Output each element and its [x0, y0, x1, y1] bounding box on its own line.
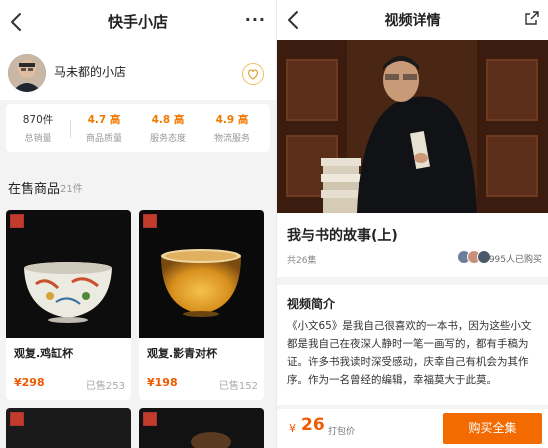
- product-card[interactable]: 观复.鸡缸杯 ¥298 已售253: [6, 210, 131, 400]
- product-name: 观复.影青对杯: [147, 347, 218, 360]
- section-title: 在售商品: [8, 182, 61, 197]
- page-title: 视频详情: [384, 13, 441, 29]
- intro-body: 《小文65》是我自己很喜欢的一本书，因为这些小文都是我自己在夜深人静时一笔一画写…: [287, 320, 532, 386]
- chevron-right-icon: ›: [121, 64, 126, 77]
- video-title: 我与书的故事(上): [287, 228, 398, 244]
- buy-all-button[interactable]: 购买全集: [443, 413, 542, 444]
- bundle-price: 26: [301, 415, 325, 435]
- product-price: ¥198: [147, 376, 178, 389]
- stat-service: 4.8 高 服务态度: [149, 114, 186, 144]
- video-intro: 视频简介 《小文65》是我自己很喜欢的一本书，因为这些小文都是我自己在夜深人静时…: [277, 285, 548, 405]
- nav-bar: 视频详情: [277, 0, 548, 40]
- product-card[interactable]: [139, 408, 264, 448]
- divider: [70, 120, 71, 138]
- shop-badge-icon: [143, 214, 157, 228]
- shop-badge-icon: [10, 214, 24, 228]
- shop-name[interactable]: 马未都的小店: [54, 63, 126, 80]
- currency-symbol: ¥: [289, 422, 296, 435]
- bundle-label: 打包价: [328, 427, 356, 437]
- episode-count: 共26集: [287, 256, 317, 266]
- video-player[interactable]: [277, 40, 548, 213]
- stat-logistics: 4.9 高 物流服务: [213, 114, 250, 144]
- shop-avatar: [8, 54, 46, 92]
- product-card[interactable]: [6, 408, 131, 448]
- more-icon[interactable]: ···: [245, 10, 266, 29]
- product-image: [139, 210, 264, 338]
- shop-badge-icon: [10, 412, 24, 426]
- buyer-count: 995人已购买: [488, 255, 542, 265]
- stat-total-sales: 870件 总销量: [22, 114, 54, 144]
- product-sold: 已售152: [218, 381, 258, 392]
- product-card[interactable]: 观复.影青对杯 ¥198 已售152: [139, 210, 264, 400]
- intro-heading: 视频简介: [287, 297, 336, 311]
- product-image: [6, 210, 131, 338]
- share-icon[interactable]: [524, 10, 540, 26]
- favorite-shop-icon[interactable]: [242, 63, 264, 85]
- section-count: 21件: [60, 184, 83, 195]
- shop-header[interactable]: 马未都的小店 ›: [0, 44, 276, 100]
- nav-bar: 快手小店 ···: [0, 0, 276, 44]
- page-title: 快手小店: [107, 13, 168, 31]
- shop-screen: 快手小店 ··· 马未都的小店 › 870件 总销量 4.7 高 商品质量 4.…: [0, 0, 276, 448]
- shop-stats: 870件 总销量 4.7 高 商品质量 4.8 高 服务态度 4.9 高 物流服…: [6, 104, 270, 152]
- video-detail-screen: 视频详情 我与书的故事(上) 共26集 995人已购买 视频简介 《小文65》是…: [277, 0, 548, 448]
- product-sold: 已售253: [85, 381, 125, 392]
- product-name: 观复.鸡缸杯: [14, 347, 74, 360]
- purchase-bar: ¥ 26 打包价 购买全集: [277, 409, 548, 448]
- stat-product-quality: 4.7 高 商品质量: [85, 114, 122, 144]
- product-price: ¥298: [14, 376, 45, 389]
- video-info: 我与书的故事(上) 共26集 995人已购买: [277, 213, 548, 277]
